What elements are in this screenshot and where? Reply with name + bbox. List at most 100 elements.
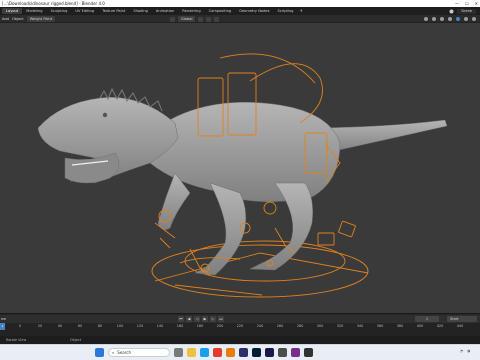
tab-modeling[interactable]: Modeling xyxy=(22,8,46,14)
pivot-icon[interactable] xyxy=(198,16,204,22)
snap-icon[interactable] xyxy=(206,16,212,22)
jump-start-icon[interactable]: ⏮ xyxy=(178,316,184,322)
current-frame-field[interactable]: 1 xyxy=(415,316,439,322)
maximize-button[interactable]: ☐ xyxy=(465,1,469,6)
scene-icon xyxy=(449,9,454,13)
frame-tick: 340 xyxy=(356,324,364,328)
blender-icon[interactable] xyxy=(226,348,235,357)
tab-shading[interactable]: Shading xyxy=(129,8,152,14)
frame-tick: 180 xyxy=(196,324,204,328)
tab-layout[interactable]: Layout xyxy=(2,8,23,14)
frame-tick: 220 xyxy=(236,324,244,328)
timeline-editor: ew ⏮ ◀ ◁ ▶ ▷ ⏭ 1 Start 1 0 20 40 60 80 100 120… xyxy=(0,313,480,336)
scene-name-field[interactable]: Scene xyxy=(457,8,476,14)
app-icon[interactable] xyxy=(278,348,287,357)
tab-animation[interactable]: Animation xyxy=(152,8,178,14)
os-taskbar: ⌕ Search ◔ ◑ xyxy=(0,344,480,360)
rendered-shading-icon[interactable] xyxy=(472,17,476,21)
window-titlebar: […\Downloads\dinosaur rigged.blend] - Bl… xyxy=(0,0,480,7)
search-icon: ⌕ xyxy=(112,350,115,355)
orientation-icon xyxy=(170,16,175,22)
frame-tick: 360 xyxy=(376,324,384,328)
frame-tick: 0 xyxy=(18,324,22,328)
window-controls: — ☐ ✕ xyxy=(455,0,478,7)
frame-tick: 120 xyxy=(136,324,144,328)
close-button[interactable]: ✕ xyxy=(475,1,478,6)
frame-tick: 440 xyxy=(456,324,464,328)
xray-icon[interactable] xyxy=(448,17,452,21)
prev-keyframe-icon[interactable]: ◀ xyxy=(186,316,192,322)
task-view-icon[interactable] xyxy=(174,348,183,357)
windows-start-icon[interactable] xyxy=(95,348,104,357)
tab-rendering[interactable]: Rendering xyxy=(178,8,204,14)
viewport-scene xyxy=(37,53,448,298)
tab-uv-editing[interactable]: UV Editing xyxy=(71,8,98,14)
playback-controls: ew ⏮ ◀ ◁ ▶ ▷ ⏭ 1 Start xyxy=(0,315,480,323)
frame-tick: 60 xyxy=(77,324,83,328)
frame-tick: 40 xyxy=(57,324,63,328)
frame-tick: 420 xyxy=(436,324,444,328)
file-explorer-icon[interactable] xyxy=(187,348,196,357)
shading-controls xyxy=(424,16,476,22)
menu-add[interactable]: Add xyxy=(2,16,9,22)
window-title: […\Downloads\dinosaur rigged.blend] - Bl… xyxy=(2,1,105,6)
workspace-tabs: Layout Modeling Sculpting UV Editing Tex… xyxy=(2,8,305,14)
workspace-bar: Layout Modeling Sculpting UV Editing Tex… xyxy=(0,7,480,15)
viewport-header: Add Object Weight Paint Global xyxy=(0,15,480,23)
frame-tick: 280 xyxy=(296,324,304,328)
frame-tick: 140 xyxy=(156,324,164,328)
gizmo-icon[interactable] xyxy=(432,17,436,21)
jump-end-icon[interactable]: ⏭ xyxy=(218,316,224,322)
play-reverse-icon[interactable]: ◁ xyxy=(194,316,200,322)
volume-icon[interactable]: ◑ xyxy=(467,349,470,353)
tab-scripting[interactable]: Scripting xyxy=(273,8,297,14)
frame-tick: 160 xyxy=(176,324,184,328)
menu-object[interactable]: Object xyxy=(12,16,24,22)
frame-tick: 260 xyxy=(276,324,284,328)
system-tray: ◔ ◑ xyxy=(460,349,474,353)
status-bar: Rotate View Object xyxy=(0,336,480,344)
play-icon[interactable]: ▶ xyxy=(202,316,208,322)
frame-ruler[interactable]: 1 0 20 40 60 80 100 120 140 160 180 200 220 240 260 28… xyxy=(0,323,480,336)
proportional-edit-icon[interactable] xyxy=(214,16,220,22)
orientation-dropdown[interactable]: Global xyxy=(178,16,196,22)
photoshop-icon[interactable] xyxy=(252,348,261,357)
frame-tick: 300 xyxy=(316,324,324,328)
add-workspace-button[interactable]: + xyxy=(297,8,304,14)
solid-shading-icon[interactable] xyxy=(456,17,460,21)
timeline-view-menu[interactable]: ew xyxy=(1,316,6,322)
status-hint-rotate: Rotate View xyxy=(6,338,27,342)
taskbar-icons: ⌕ Search xyxy=(95,348,313,357)
frame-tick: 320 xyxy=(336,324,344,328)
after-effects-icon[interactable] xyxy=(265,348,274,357)
transport-buttons: ⏮ ◀ ◁ ▶ ▷ ⏭ xyxy=(178,316,224,322)
tab-geometry-nodes[interactable]: Geometry Nodes xyxy=(235,8,273,14)
chrome-icon[interactable] xyxy=(213,348,222,357)
terminal-icon[interactable] xyxy=(304,348,313,357)
frame-tick: 100 xyxy=(116,324,124,328)
frame-tick: 200 xyxy=(216,324,224,328)
minimize-button[interactable]: — xyxy=(455,1,459,6)
mode-dropdown[interactable]: Weight Paint xyxy=(26,16,56,22)
premiere-icon[interactable] xyxy=(239,348,248,357)
discord-icon[interactable] xyxy=(291,348,300,357)
frame-tick: 20 xyxy=(37,324,43,328)
material-shading-icon[interactable] xyxy=(464,17,468,21)
scene-selector: Scene xyxy=(449,8,476,14)
status-hint-object: Object xyxy=(70,338,82,342)
network-icon[interactable]: ◔ xyxy=(460,349,463,353)
next-keyframe-icon[interactable]: ▷ xyxy=(210,316,216,322)
3d-viewport[interactable] xyxy=(0,23,480,313)
frame-tick: 400 xyxy=(416,324,424,328)
visibility-icon[interactable] xyxy=(424,17,428,21)
overlay-icon[interactable] xyxy=(440,17,444,21)
edge-icon[interactable] xyxy=(200,348,209,357)
tab-texture-paint[interactable]: Texture Paint xyxy=(98,8,129,14)
start-frame-field[interactable]: Start xyxy=(447,316,477,322)
frame-tick: 380 xyxy=(396,324,404,328)
taskbar-search[interactable]: ⌕ Search xyxy=(108,348,170,357)
tab-compositing[interactable]: Compositing xyxy=(205,8,236,14)
tab-sculpting[interactable]: Sculpting xyxy=(47,8,72,14)
playhead[interactable]: 1 xyxy=(0,323,5,330)
viewport-menus: Add Object Weight Paint xyxy=(2,16,56,22)
